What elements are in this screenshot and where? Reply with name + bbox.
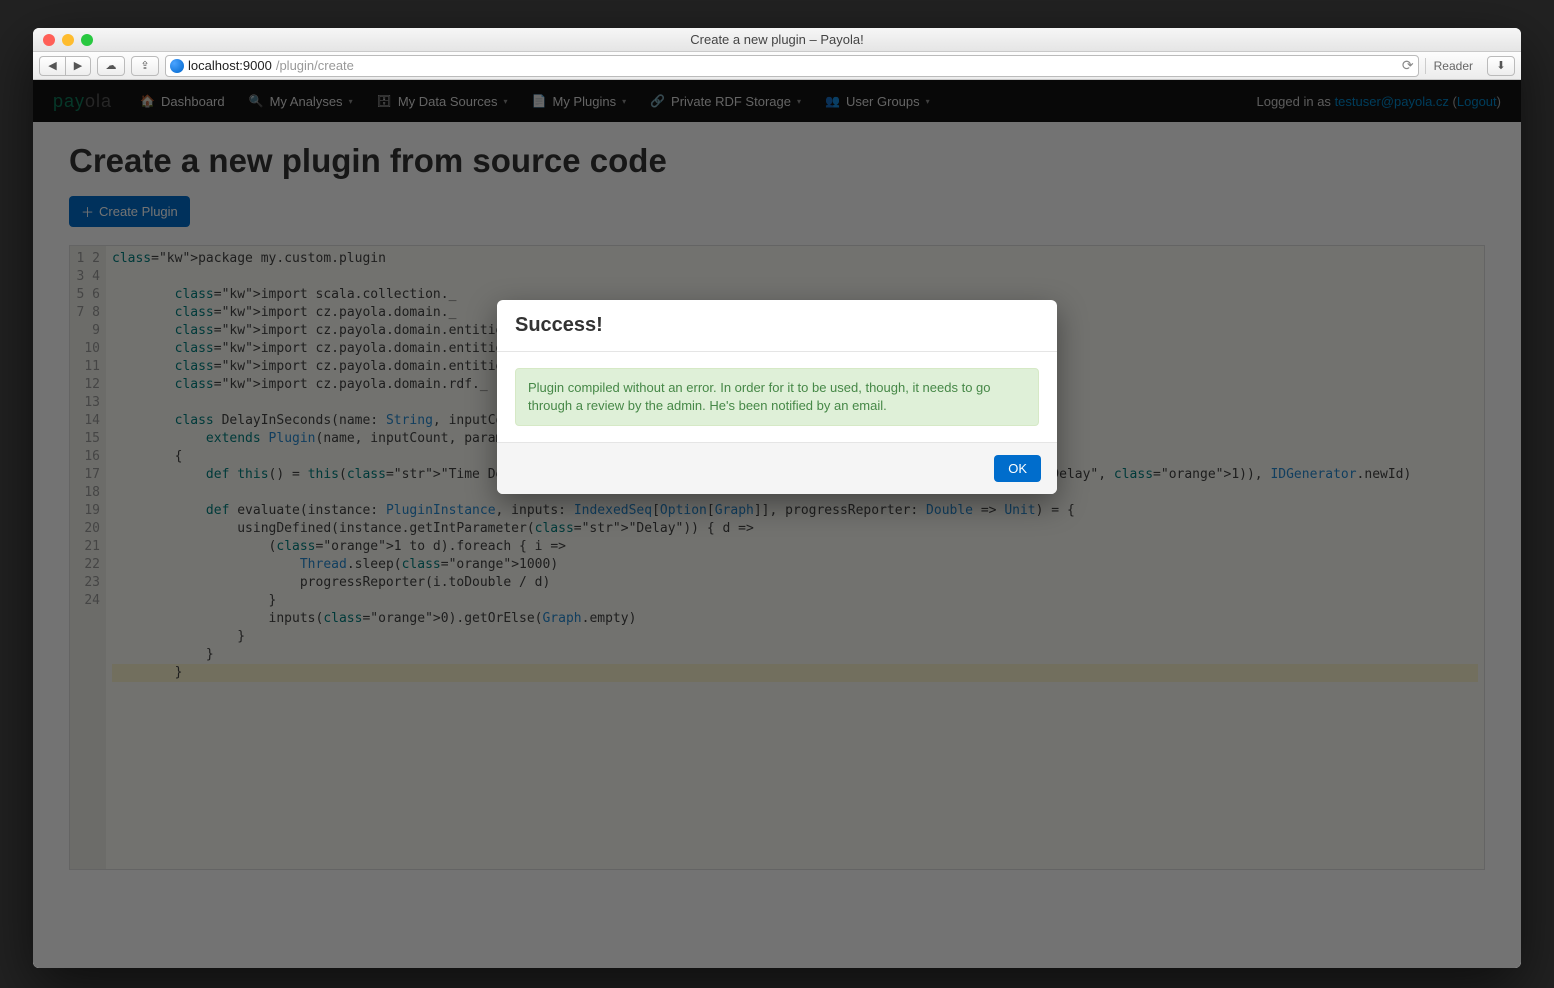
modal-body: Plugin compiled without an error. In ord… [497, 352, 1057, 442]
back-button[interactable]: ◀ [39, 56, 65, 76]
window-titlebar: Create a new plugin – Payola! [33, 28, 1521, 52]
forward-button[interactable]: ▶ [65, 56, 91, 76]
icloud-button[interactable]: ☁ [97, 56, 125, 76]
success-alert: Plugin compiled without an error. In ord… [515, 368, 1039, 426]
browser-window: Create a new plugin – Payola! ◀ ▶ ☁ ⇪ lo… [33, 28, 1521, 968]
success-modal: Success! Plugin compiled without an erro… [497, 300, 1057, 494]
modal-footer: OK [497, 442, 1057, 494]
reader-button[interactable]: Reader [1425, 58, 1481, 74]
browser-toolbar: ◀ ▶ ☁ ⇪ localhost:9000/plugin/create ⟳ R… [33, 52, 1521, 80]
share-button[interactable]: ⇪ [131, 56, 159, 76]
url-path: /plugin/create [276, 58, 354, 73]
site-favicon [170, 59, 184, 73]
address-bar[interactable]: localhost:9000/plugin/create ⟳ [165, 55, 1419, 77]
reload-icon[interactable]: ⟳ [1402, 57, 1414, 74]
downloads-button[interactable]: ⬇ [1487, 56, 1515, 76]
modal-overlay[interactable] [33, 80, 1521, 968]
modal-title: Success! [497, 300, 1057, 352]
page-content: payola 🏠Dashboard 🔍My Analyses▾ 🗄My Data… [33, 80, 1521, 968]
ok-button[interactable]: OK [994, 455, 1041, 482]
url-host: localhost:9000 [188, 58, 272, 73]
window-title: Create a new plugin – Payola! [33, 32, 1521, 47]
